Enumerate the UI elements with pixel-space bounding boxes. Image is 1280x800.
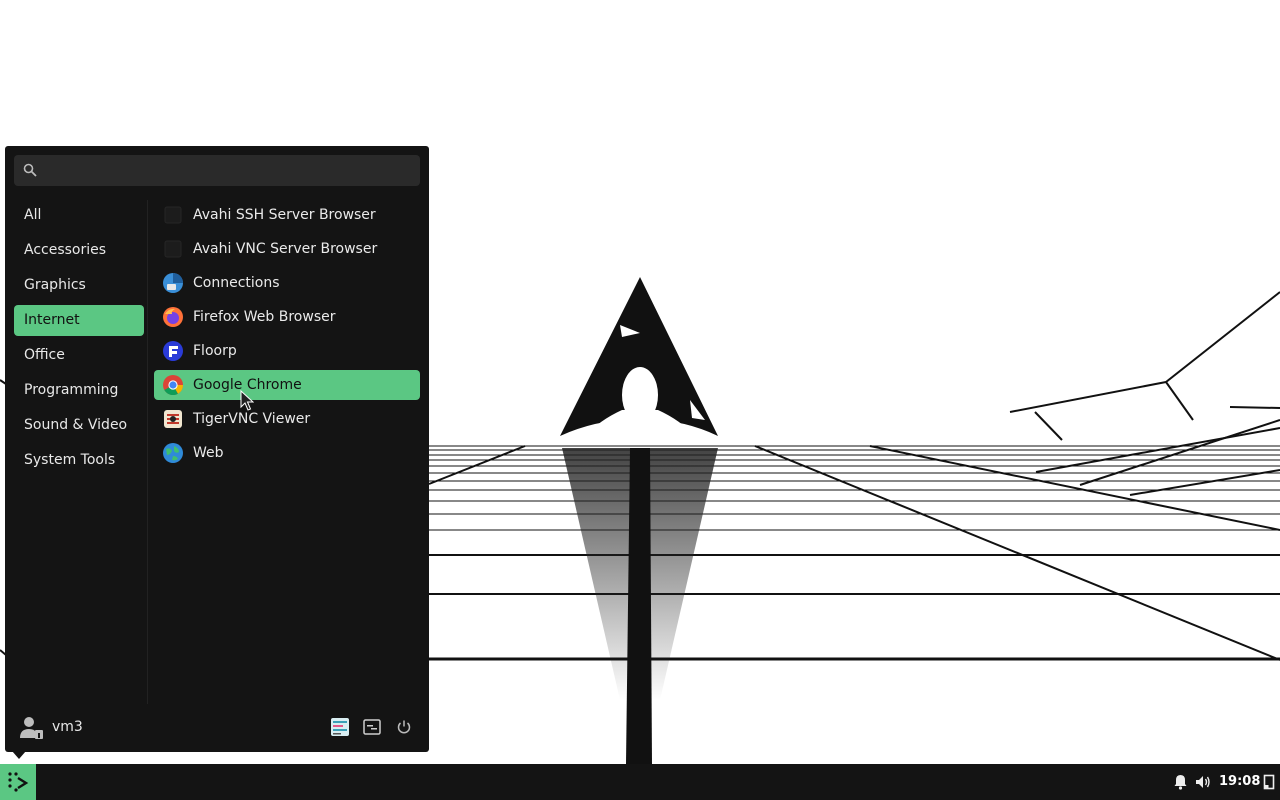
show-desktop-icon[interactable] [1263, 774, 1275, 790]
app-connections[interactable]: Connections [154, 268, 420, 298]
app-tigervnc[interactable]: TigerVNC Viewer [154, 404, 420, 434]
chrome-icon [163, 375, 184, 396]
clock[interactable]: 19:08 [1219, 764, 1260, 800]
search-input[interactable] [48, 155, 412, 188]
app-firefox[interactable]: Firefox Web Browser [154, 302, 420, 332]
app-label: Floorp [193, 343, 237, 359]
volume-icon[interactable] [1195, 774, 1211, 790]
menu-divider [147, 200, 148, 704]
category-all[interactable]: All [14, 200, 144, 231]
app-label: Connections [193, 275, 280, 291]
app-web[interactable]: Web [154, 438, 420, 468]
notification-bell-icon[interactable] [1173, 774, 1188, 790]
username: vm3 [52, 719, 83, 735]
taskbar: 19:08 [0, 764, 1280, 800]
floorp-icon [163, 341, 183, 361]
app-label: Avahi SSH Server Browser [193, 207, 376, 223]
category-office[interactable]: Office [14, 340, 144, 371]
app-label: Firefox Web Browser [193, 309, 336, 325]
category-internet[interactable]: Internet [14, 305, 144, 336]
web-globe-icon [163, 443, 183, 463]
user-avatar-icon[interactable] [18, 714, 44, 740]
menu-footer: vm3 [5, 712, 429, 742]
app-google-chrome[interactable]: Google Chrome [154, 370, 420, 400]
search-icon [23, 163, 37, 177]
category-programming[interactable]: Programming [14, 375, 144, 406]
app-avahi-vnc[interactable]: Avahi VNC Server Browser [154, 234, 420, 264]
avahi-vnc-icon [164, 240, 182, 258]
start-menu-button[interactable] [0, 764, 36, 800]
settings-manager-icon[interactable] [330, 717, 350, 737]
mouse-cursor-icon [240, 390, 254, 411]
app-avahi-ssh[interactable]: Avahi SSH Server Browser [154, 200, 420, 230]
tigervnc-icon [164, 410, 182, 428]
app-floorp[interactable]: Floorp [154, 336, 420, 366]
firefox-icon [163, 307, 183, 327]
app-label: Web [193, 445, 224, 461]
category-accessories[interactable]: Accessories [14, 235, 144, 266]
application-menu: All Accessories Graphics Internet Office… [5, 146, 429, 752]
category-system-tools[interactable]: System Tools [14, 445, 144, 476]
start-menu-icon [8, 772, 29, 792]
connections-icon [163, 273, 183, 293]
category-list: All Accessories Graphics Internet Office… [14, 200, 144, 480]
search-box[interactable] [14, 155, 420, 188]
app-label: Avahi VNC Server Browser [193, 241, 378, 257]
app-list: Avahi SSH Server Browser Avahi VNC Serve… [154, 200, 420, 472]
avahi-ssh-icon [164, 206, 182, 224]
category-graphics[interactable]: Graphics [14, 270, 144, 301]
power-icon[interactable] [394, 717, 414, 737]
category-sound-video[interactable]: Sound & Video [14, 410, 144, 441]
lock-screen-icon[interactable] [362, 717, 382, 737]
menu-pointer-arrow [12, 751, 26, 759]
